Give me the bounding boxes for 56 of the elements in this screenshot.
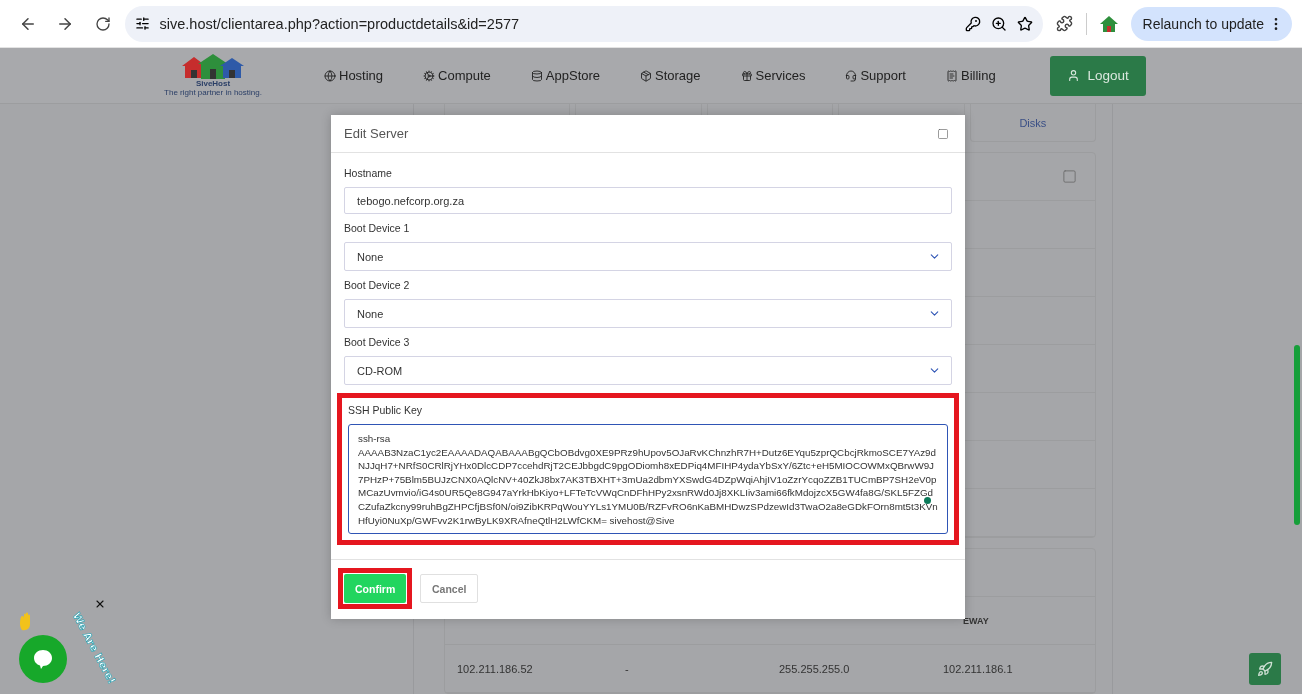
receipt-icon [946, 69, 958, 82]
profile-icon[interactable] [1098, 14, 1119, 33]
headset-icon [845, 69, 858, 82]
houses-icon [180, 53, 246, 80]
gear-icon [423, 69, 436, 82]
chat-button[interactable] [19, 635, 67, 683]
close-icon[interactable] [94, 598, 106, 610]
table-cell-text: - [625, 662, 630, 675]
table-cell-text: 102.211.186.1 [943, 662, 1014, 675]
url-text: sive.host/clientarea.php?action=productdetails&id=2577 [159, 15, 521, 32]
nav-link[interactable]: Billing [946, 68, 996, 83]
relaunch-button[interactable]: Relaunch to update [1130, 6, 1292, 41]
logout-button[interactable]: Logout [1049, 55, 1146, 96]
dot-icon [924, 497, 931, 505]
hostname-field[interactable]: tebogo.nefcorp.org.za [344, 187, 952, 214]
rocket-button[interactable] [1249, 653, 1281, 685]
nav-link[interactable]: AppStore [530, 68, 601, 83]
site-info-icon[interactable] [134, 16, 150, 31]
boot-device-select[interactable]: None [344, 299, 952, 328]
nav-link[interactable]: Compute [423, 68, 491, 83]
zoom-icon[interactable] [990, 15, 1007, 32]
speech-bubble-icon [32, 648, 54, 670]
checkbox-icon[interactable] [1062, 169, 1077, 184]
key-icon[interactable] [964, 15, 981, 32]
boot-device-select[interactable]: CD-ROM [344, 356, 952, 385]
field-label: SSH Public Key [348, 404, 424, 416]
logo-name: SiveHost [195, 79, 231, 88]
rocket-icon [1257, 661, 1273, 677]
table-cell-text: 102.211.186.52 [457, 662, 534, 675]
globe-icon [324, 69, 336, 82]
table-cell-text: 255.255.255.0 [779, 662, 851, 675]
field-label: Boot Device 2 [344, 279, 411, 291]
field-label: Boot Device 3 [344, 336, 411, 348]
column-header: EWAY [962, 615, 990, 626]
scrollbar-thumb[interactable] [1294, 345, 1300, 525]
user-icon [1066, 69, 1080, 82]
field-label: Hostname [344, 167, 393, 179]
nav-link[interactable]: Support [845, 68, 906, 83]
extensions-icon[interactable] [1055, 15, 1073, 32]
reload-icon[interactable] [94, 15, 111, 32]
field-label: Boot Device 1 [344, 222, 411, 234]
box-icon [640, 69, 653, 82]
cancel-button[interactable]: Cancel [420, 574, 479, 604]
database-icon [530, 69, 543, 82]
logo-tagline: The right partner in hosting. [164, 87, 262, 98]
dialog-title: Edit Server [344, 126, 409, 141]
nav-link[interactable]: Services [740, 68, 806, 83]
nav-link[interactable]: Hosting [324, 68, 384, 83]
maximize-icon[interactable] [937, 127, 949, 140]
bookmark-star-icon[interactable] [1016, 15, 1033, 32]
gift-icon [740, 69, 753, 82]
address-bar[interactable]: sive.host/clientarea.php?action=productdetails&id=2577 [124, 5, 1043, 42]
ssh-key-field[interactable]: ssh-rsa AAAAB3NzaC1yc2EAAAADAQABAAABgQCbOBdvg0XE9PRz9hUpov5OJaRvKChnzhR7H+Dutz6EYqu5zprQCbcjRkmoSCE7YAz9dNJJqH7+NRfS0CRlRjYHx0DlcCDP7ccehdRjT2CEJbbgdC9pgODiomh8xEDPiq4MFIHP4ydaYbSxY/6Ztc+eH5MIOCOWMxQBrwW9J7PHzP+75Blm5BUJzCNX0AQlcNV+40ZkJ8bx7AK3TBXHT+3mUa2dbmYXSwdG4DZpWqiAhjIV1oZzrYcqoZZB1TUCmBP7SH2eV0pMCazUvmvio/iG4s0UR5Qe8G947aYrkHbKiyo+LFTeTcVWqCnDFhHPy2xsnRWd0Jj8XKLIiv3ami66fkMdojzcX5GW4fa8G/SKL5FZGdCZufaZkcny99ruhBgZHPCfjBSf0N/oi9ZibKRPqWouYYLs1YMU0B/RZFvRO6nKaBMHDwzSPdzewId3TwaO2a8eGDkFOrn8mt5t3KVnHfUyi0NuXp/GWFvv2K1rwByLK9XRAfneQtlH2LWfCKM= sivehost@Sive [348, 424, 948, 535]
tab-label: Disks [1019, 116, 1047, 129]
nav-link[interactable]: Storage [640, 68, 701, 83]
boot-device-select[interactable]: None [344, 242, 952, 271]
